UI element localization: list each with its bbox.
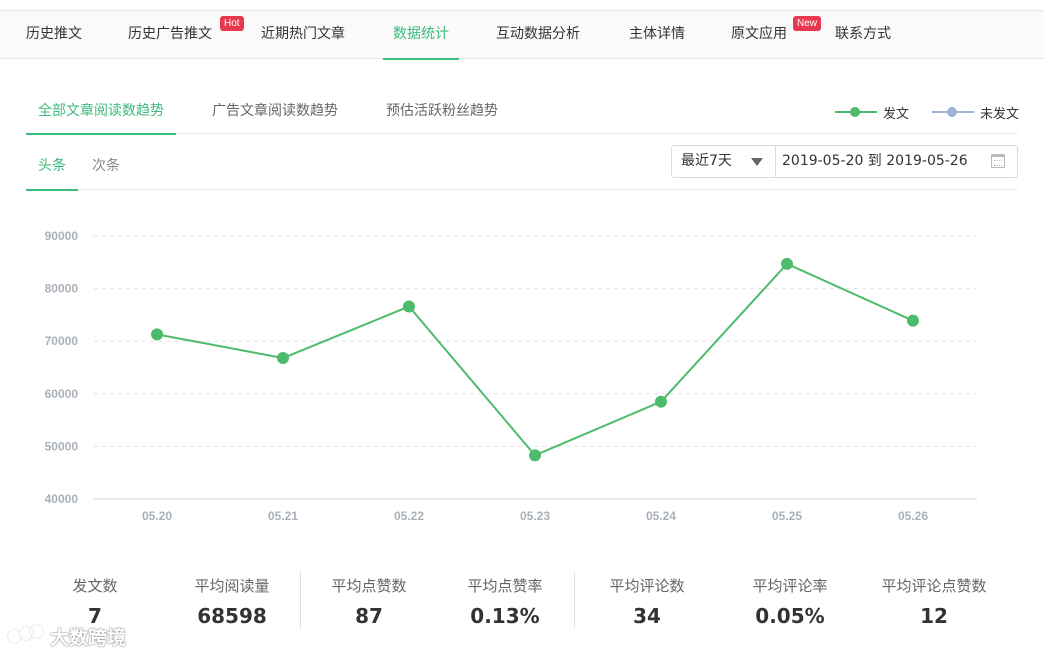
new-badge: New [793, 16, 822, 31]
tab-label: 历史广告推文 [128, 26, 212, 42]
date-preset-select[interactable]: 最近7天 [672, 146, 776, 177]
stat-label: 平均评论点赞数 [881, 577, 987, 595]
divider [574, 572, 575, 628]
tab-label: 次条 [92, 158, 120, 174]
watermark-logo-icon [8, 625, 46, 647]
y-tick-label: 60000 [45, 387, 79, 401]
stat-avg-like-rate: 平均点赞率 0.13% [435, 576, 575, 628]
stat-post-count: 发文数 7 [25, 576, 165, 628]
subtab-label: 预估活跃粉丝趋势 [386, 103, 498, 119]
tab-secondary[interactable]: 次条 [92, 144, 120, 190]
data-point[interactable] [655, 395, 667, 408]
tab-label: 历史推文 [26, 26, 82, 42]
subtab-label: 广告文章阅读数趋势 [212, 103, 338, 119]
data-point[interactable] [781, 257, 793, 270]
stat-value: 0.05% [755, 604, 825, 628]
tab-label: 主体详情 [629, 26, 685, 42]
watermark-text: 大数跨境 [50, 626, 127, 649]
reads-trend-chart: 40000 50000 60000 70000 80000 90000 05.20 05.21… [45, 229, 977, 523]
y-tick-label: 70000 [45, 334, 79, 348]
tab-label: 互动数据分析 [496, 26, 580, 42]
data-point[interactable] [151, 328, 163, 341]
stat-value: 0.13% [470, 604, 540, 628]
top-nav: 历史推文 历史广告推文 Hot 近期热门文章 数据统计 互动数据分析 主体详情 … [0, 10, 1044, 60]
stat-avg-comments: 平均评论数 34 [577, 576, 717, 628]
series-line [156, 262, 914, 457]
stat-avg-reads: 平均阅读量 68598 [162, 576, 302, 628]
x-tick-label: 05.22 [394, 509, 424, 523]
y-tick-label: 40000 [45, 492, 79, 506]
tab-label: 原文应用 [731, 26, 787, 42]
stats-row: 发文数 7 平均阅读量 68598 平均点赞数 87 平均点赞率 0.13% 平… [0, 560, 1044, 640]
legend-label: 发文 [883, 106, 910, 122]
y-tick-label: 80000 [45, 282, 79, 296]
tab-interaction-analysis[interactable]: 互动数据分析 [496, 11, 580, 59]
legend-posted[interactable]: 发文 [835, 102, 909, 122]
tab-contact[interactable]: 联系方式 [835, 11, 891, 59]
tab-entity-details[interactable]: 主体详情 [629, 11, 685, 59]
date-range-input[interactable]: 2019-05-20 到 2019-05-26 [782, 146, 968, 177]
stat-label: 平均评论数 [609, 577, 685, 595]
legend-line-gray-icon [932, 106, 974, 118]
stat-label: 平均阅读量 [194, 577, 270, 595]
caret-down-icon [751, 158, 763, 166]
subtab-active-fans-trend[interactable]: 预估活跃粉丝趋势 [386, 88, 498, 134]
stat-label: 平均点赞率 [467, 577, 543, 595]
tab-history-ad-posts[interactable]: 历史广告推文 [128, 11, 212, 59]
x-tick-label: 05.20 [142, 509, 172, 523]
stat-label: 平均点赞数 [331, 577, 407, 595]
legend-label: 未发文 [980, 106, 1020, 122]
date-preset-value: 最近7天 [681, 153, 732, 169]
stat-value: 34 [633, 604, 661, 628]
y-tick-label: 50000 [45, 439, 79, 453]
tab-label: 联系方式 [835, 26, 891, 42]
x-tick-label: 05.26 [898, 509, 928, 523]
x-tick-label: 05.21 [268, 509, 298, 523]
watermark: 大数跨境 [8, 622, 126, 650]
stat-avg-likes: 平均点赞数 87 [299, 576, 439, 628]
date-filter: 最近7天 2019-05-20 到 2019-05-26 [671, 145, 1018, 178]
stat-value: 12 [920, 604, 948, 628]
stat-value: 87 [355, 604, 383, 628]
x-tick-label: 05.23 [520, 509, 550, 523]
legend-not-posted[interactable]: 未发文 [932, 102, 1019, 122]
tab-history-posts[interactable]: 历史推文 [26, 11, 82, 59]
subtab-label: 全部文章阅读数趋势 [38, 103, 164, 119]
hot-badge: Hot [220, 16, 244, 31]
tab-original-apps[interactable]: 原文应用 [731, 11, 787, 59]
tab-recent-hot-articles[interactable]: 近期热门文章 [261, 11, 345, 59]
subtab-all-articles-trend[interactable]: 全部文章阅读数趋势 [26, 88, 176, 135]
legend-line-green-icon [835, 106, 877, 118]
tab-label: 近期热门文章 [261, 26, 345, 42]
stat-label: 发文数 [72, 577, 118, 595]
stat-label: 平均评论率 [752, 577, 828, 595]
x-tick-label: 05.25 [772, 509, 802, 523]
data-point[interactable] [403, 300, 415, 313]
x-tick-label: 05.24 [646, 509, 676, 523]
tab-headline[interactable]: 头条 [26, 144, 78, 191]
tab-label: 数据统计 [393, 26, 449, 42]
y-tick-label: 90000 [45, 229, 79, 243]
data-point[interactable] [529, 449, 541, 462]
stat-avg-comment-rate: 平均评论率 0.05% [720, 576, 860, 628]
stat-value: 68598 [197, 604, 267, 628]
data-point[interactable] [907, 314, 919, 327]
tab-data-statistics[interactable]: 数据统计 [383, 11, 459, 60]
tab-label: 头条 [38, 158, 66, 174]
calendar-icon[interactable] [991, 154, 1005, 168]
data-point[interactable] [277, 352, 289, 365]
stat-avg-comment-likes: 平均评论点赞数 12 [864, 576, 1004, 628]
subtab-ad-articles-trend[interactable]: 广告文章阅读数趋势 [212, 88, 338, 134]
